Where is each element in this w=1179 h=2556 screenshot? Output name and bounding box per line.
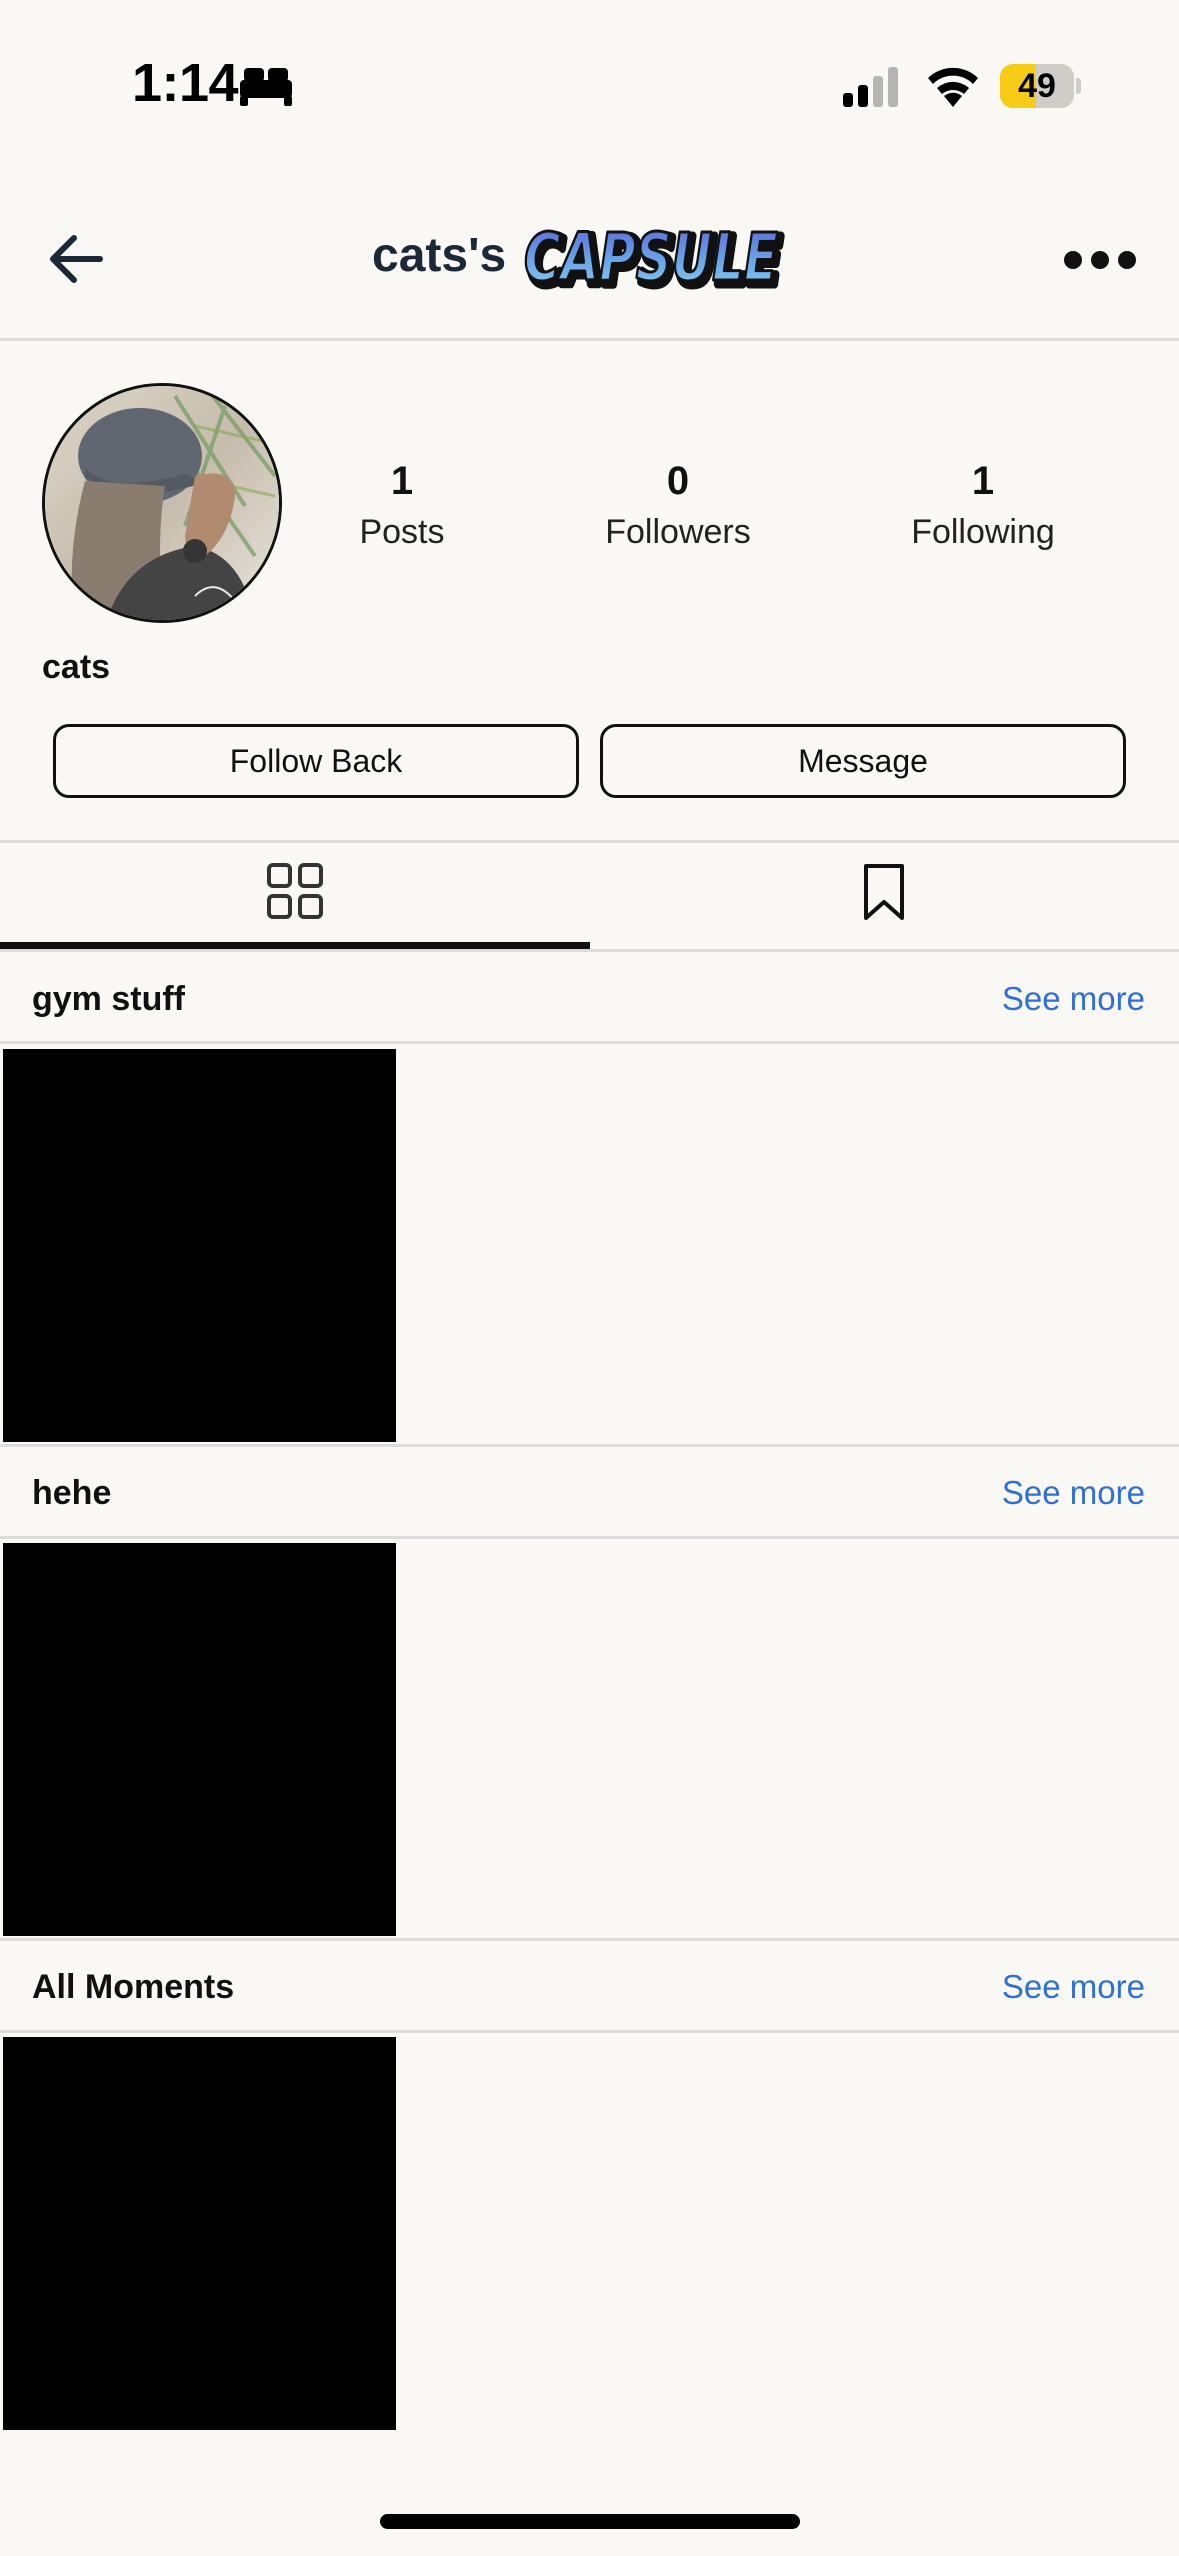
collection-divider (0, 2030, 1179, 2033)
back-arrow-icon[interactable] (44, 226, 110, 292)
profile-divider (0, 840, 1179, 843)
message-button[interactable]: Message (600, 724, 1126, 798)
active-tab-indicator (0, 942, 590, 949)
collection-thumbnail[interactable] (3, 1049, 396, 1442)
tabs-divider (0, 949, 1179, 952)
grid-icon (267, 863, 323, 919)
collection-divider (0, 1444, 1179, 1447)
follow-back-button[interactable]: Follow Back (53, 724, 579, 798)
bookmark-icon (864, 864, 904, 920)
tab-grid[interactable] (0, 846, 589, 950)
following-label: Following (911, 513, 1055, 551)
followers-count: 0 (666, 459, 690, 503)
see-more-link[interactable]: See more (1002, 980, 1145, 1018)
collection-divider (0, 1536, 1179, 1539)
more-options-icon[interactable] (1060, 240, 1140, 280)
tab-saved[interactable] (590, 846, 1179, 950)
collection-thumbnail[interactable] (3, 2037, 396, 2430)
collection-title: hehe (32, 1474, 112, 1512)
home-indicator[interactable] (380, 2514, 800, 2529)
profile-screen: 1:14 49 cats's CAPSULE CAPSULE 1 Posts 0… (0, 0, 1179, 2556)
followers-stat[interactable]: 0 Followers (568, 455, 788, 552)
cellular-signal-icon (843, 67, 898, 107)
capsule-graffiti-logo: CAPSULE CAPSULE (523, 218, 787, 301)
battery-percent: 49 (1018, 67, 1056, 105)
collection-title: All Moments (32, 1968, 235, 2006)
collection-divider (0, 1041, 1179, 1044)
status-time: 1:14 (132, 53, 239, 113)
posts-count: 1 (390, 459, 414, 503)
following-count: 1 (971, 459, 995, 503)
posts-stat[interactable]: 1 Posts (292, 455, 512, 552)
battery-icon: 49 (1000, 64, 1081, 108)
collection-thumbnail[interactable] (3, 1543, 396, 1936)
bed-icon (240, 68, 292, 106)
see-more-link[interactable]: See more (1002, 1474, 1145, 1512)
header-title: cats's (372, 229, 507, 282)
following-stat[interactable]: 1 Following (873, 455, 1093, 552)
svg-text:CAPSULE: CAPSULE (524, 219, 778, 296)
see-more-link[interactable]: See more (1002, 1968, 1145, 2006)
avatar[interactable] (42, 383, 282, 623)
followers-label: Followers (605, 513, 751, 551)
collection-title: gym stuff (32, 980, 185, 1018)
posts-label: Posts (359, 513, 445, 551)
collection-divider (0, 1938, 1179, 1941)
wifi-icon (928, 67, 978, 107)
header-divider (0, 338, 1179, 341)
username: cats (42, 648, 111, 686)
